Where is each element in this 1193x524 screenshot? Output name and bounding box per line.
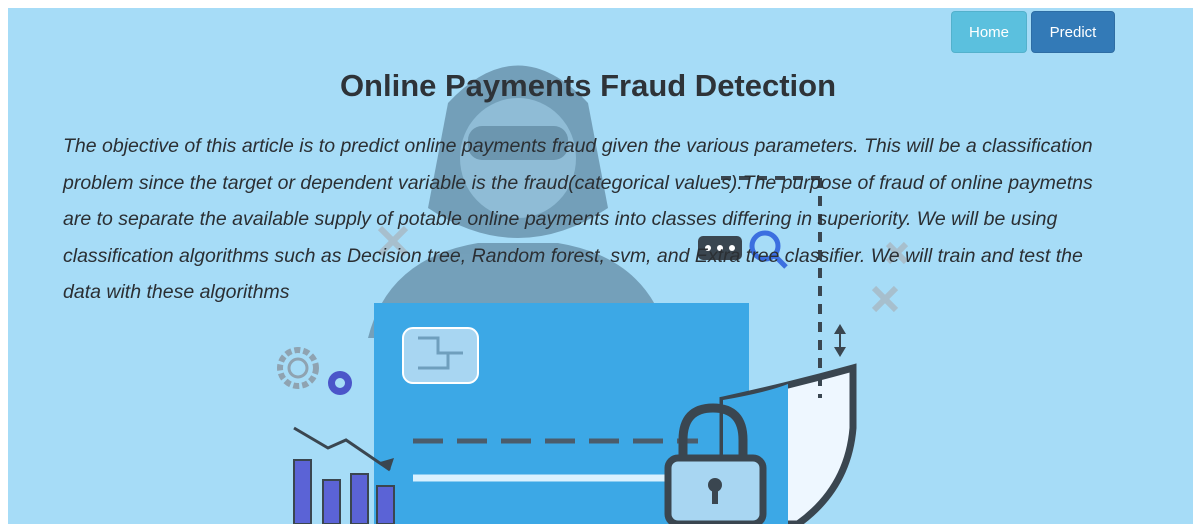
page-description: The objective of this article is to pred… bbox=[63, 135, 1093, 303]
predict-button[interactable]: Predict bbox=[1031, 11, 1115, 53]
top-nav: Home Predict bbox=[951, 11, 1115, 53]
page-title: Online Payments Fraud Detection bbox=[339, 68, 837, 103]
page-root: Home Predict Online Payments Fraud Detec… bbox=[8, 8, 1193, 524]
gears-icon bbox=[277, 347, 352, 395]
home-button[interactable]: Home bbox=[951, 11, 1027, 53]
